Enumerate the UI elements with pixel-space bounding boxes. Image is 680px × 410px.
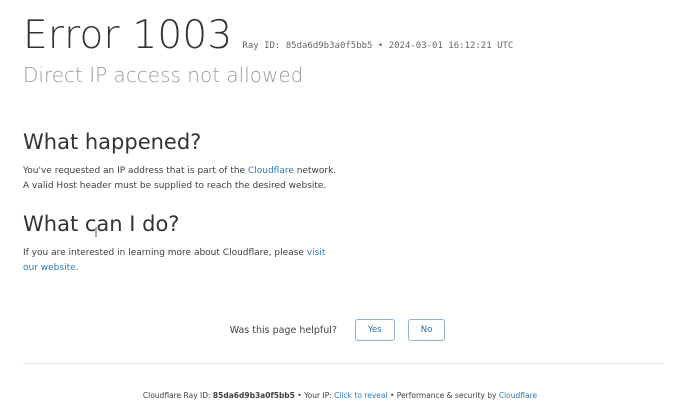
what-happened-text: You've requested an IP address that is p…	[23, 164, 363, 194]
footer-ray-prefix: Cloudflare Ray ID:	[142, 391, 213, 400]
what-can-i-do-text-post: .	[75, 263, 79, 273]
cloudflare-link[interactable]: Cloudflare	[248, 166, 294, 176]
reveal-ip-link[interactable]: Click to reveal	[334, 391, 387, 400]
what-can-i-do-text-pre: If you are interested in learning more a…	[23, 248, 307, 258]
error-header: Error 1003 Ray ID: 85da6d9b3a0f5bb5 • 20…	[23, 14, 663, 88]
footer-ray-id: 85da6d9b3a0f5bb5	[212, 391, 295, 400]
what-can-i-do-text: If you are interested in learning more a…	[23, 246, 343, 276]
what-happened-line1-post: network.	[293, 166, 337, 176]
error-title: Error 1003	[23, 13, 233, 58]
footer-sep1: • Your IP:	[294, 391, 335, 400]
what-happened-heading: What happened?	[23, 130, 202, 154]
ray-id-info: Ray ID: 85da6d9b3a0f5bb5 • 2024-03-01 16…	[242, 41, 514, 51]
footer-sep2: • Performance & security by	[387, 391, 499, 400]
what-happened-line1-pre: You've requested an IP address that is p…	[23, 166, 248, 176]
what-happened-section: What happened? You've requested an IP ad…	[23, 128, 363, 194]
what-can-i-do-section: What can I do? If you are interested in …	[23, 210, 363, 276]
feedback-no-button[interactable]: No	[407, 319, 446, 341]
feedback-bar: Was this page helpful? Yes No	[0, 319, 680, 341]
feedback-yes-button[interactable]: Yes	[354, 319, 395, 341]
footer-divider	[23, 363, 663, 364]
footer-cloudflare-link[interactable]: Cloudflare	[499, 391, 537, 400]
feedback-question: Was this page helpful?	[229, 324, 337, 336]
what-can-i-do-heading: What can I do?	[23, 212, 180, 236]
error-subtitle: Direct IP access not allowed	[23, 63, 304, 87]
title-row: Error 1003 Ray ID: 85da6d9b3a0f5bb5 • 20…	[23, 14, 663, 58]
what-happened-line2: A valid Host header must be supplied to …	[23, 181, 327, 191]
footer: Cloudflare Ray ID: 85da6d9b3a0f5bb5 • Yo…	[0, 391, 680, 400]
text-cursor-icon	[95, 227, 97, 237]
